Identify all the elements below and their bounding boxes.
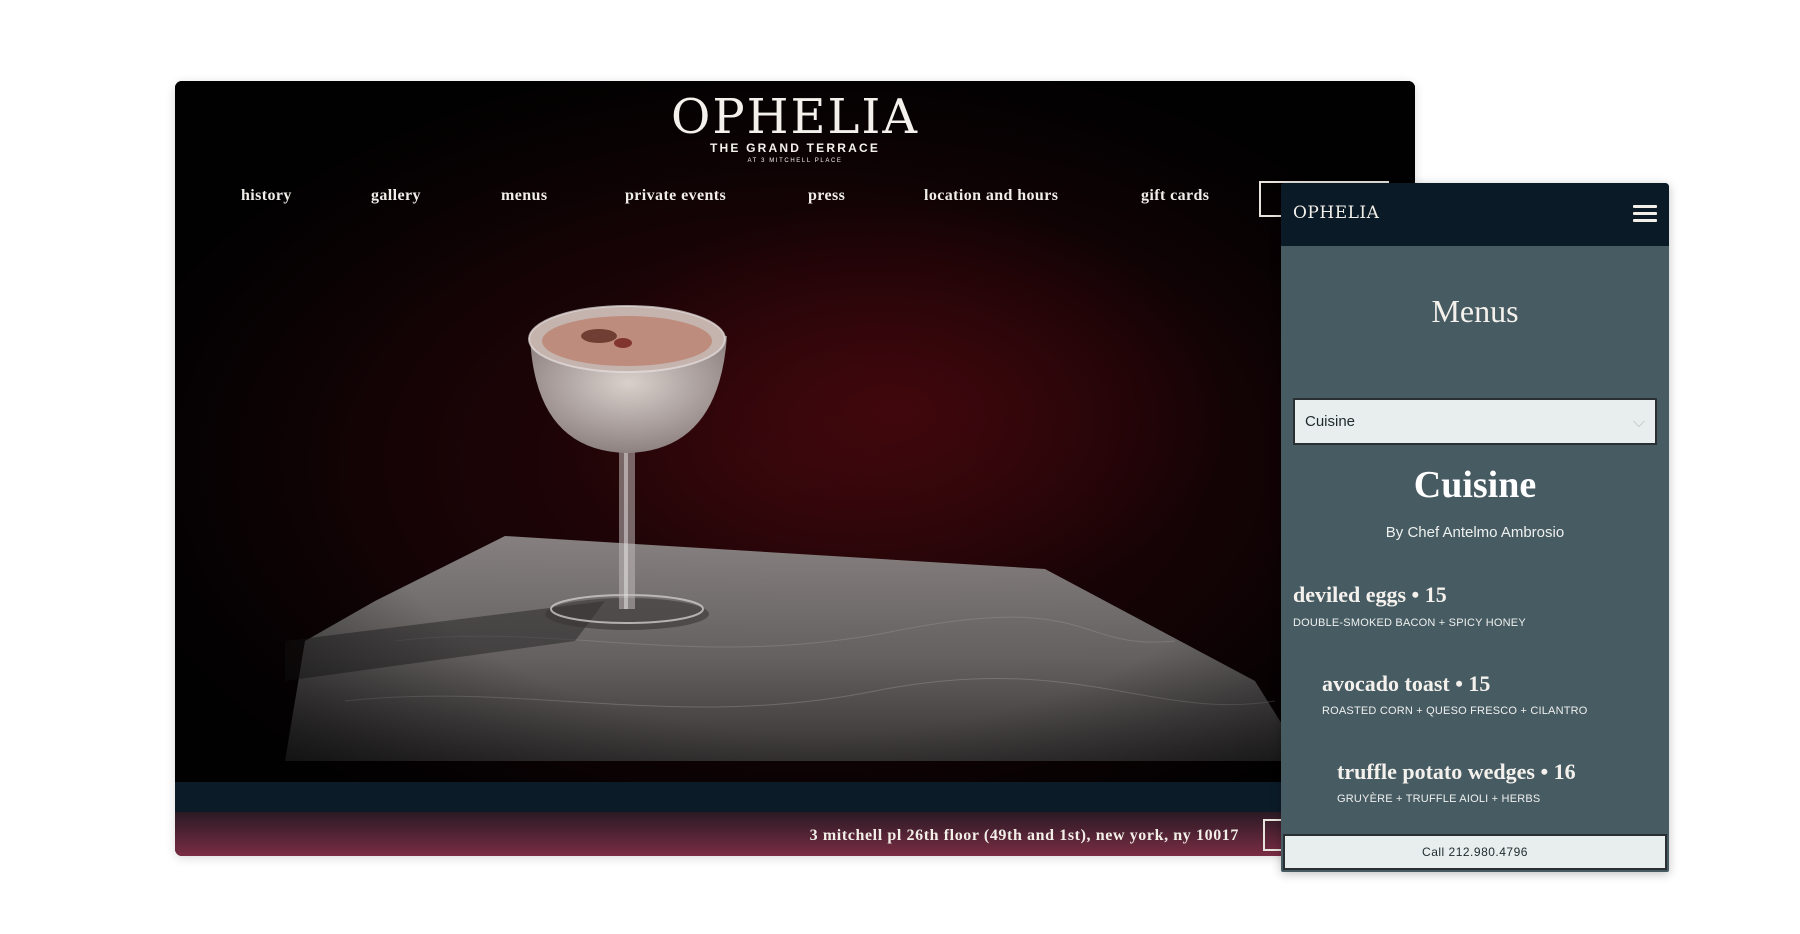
desktop-mockup: OPHELIA THE GRAND TERRACE AT 3 MITCHELL … bbox=[175, 81, 1415, 856]
mobile-header: OPHELIA bbox=[1281, 183, 1669, 246]
dish-description: DOUBLE-SMOKED BACON + SPICY HONEY bbox=[1293, 617, 1526, 629]
mobile-mockup: OPHELIA Menus Cuisine ⌵ Cuisine By Chef … bbox=[1281, 183, 1669, 872]
brand-tagline: AT 3 MITCHELL PLACE bbox=[747, 158, 843, 164]
nav-press[interactable]: press bbox=[808, 187, 845, 205]
chevron-down-icon: ⌵ bbox=[1632, 412, 1645, 431]
dish-name: avocado toast • 15 bbox=[1322, 671, 1491, 696]
nav-location-and-hours[interactable]: location and hours bbox=[924, 187, 1058, 205]
mobile-brand-logo[interactable]: OPHELIA bbox=[1293, 203, 1379, 223]
hamburger-menu-icon[interactable] bbox=[1633, 205, 1657, 223]
dish-description: ROASTED CORN + QUESO FRESCO + CILANTRO bbox=[1322, 705, 1588, 717]
brand-subtitle: THE GRAND TERRACE bbox=[709, 141, 881, 155]
nav-history[interactable]: history bbox=[241, 187, 292, 205]
footer-divider-bar bbox=[175, 782, 1415, 812]
footer-address[interactable]: 3 mitchell pl 26th floor (49th and 1st),… bbox=[810, 827, 1239, 845]
menu-select-value: Cuisine bbox=[1305, 413, 1356, 430]
menu-select[interactable]: Cuisine ⌵ bbox=[1293, 398, 1657, 445]
nav-gallery[interactable]: gallery bbox=[371, 187, 421, 205]
page-title: Menus bbox=[1431, 293, 1519, 329]
brand-logo[interactable]: OPHELIA bbox=[175, 89, 1415, 145]
chef-credit: By Chef Antelmo Ambrosio bbox=[1385, 524, 1565, 541]
nav-private-events[interactable]: private events bbox=[625, 187, 726, 205]
dish-name: deviled eggs • 15 bbox=[1293, 582, 1447, 607]
nav-menus[interactable]: menus bbox=[501, 187, 547, 205]
nav-gift-cards[interactable]: gift cards bbox=[1141, 187, 1209, 205]
dish-name: truffle potato wedges • 16 bbox=[1337, 759, 1576, 784]
section-title: Cuisine bbox=[1413, 464, 1537, 506]
main-navigation: history gallery menus private events pre… bbox=[175, 187, 1415, 217]
call-button[interactable]: Call 212.980.4796 bbox=[1283, 834, 1667, 870]
dish-description: GRUYÈRE + TRUFFLE AIOLI + HERBS bbox=[1337, 793, 1541, 805]
